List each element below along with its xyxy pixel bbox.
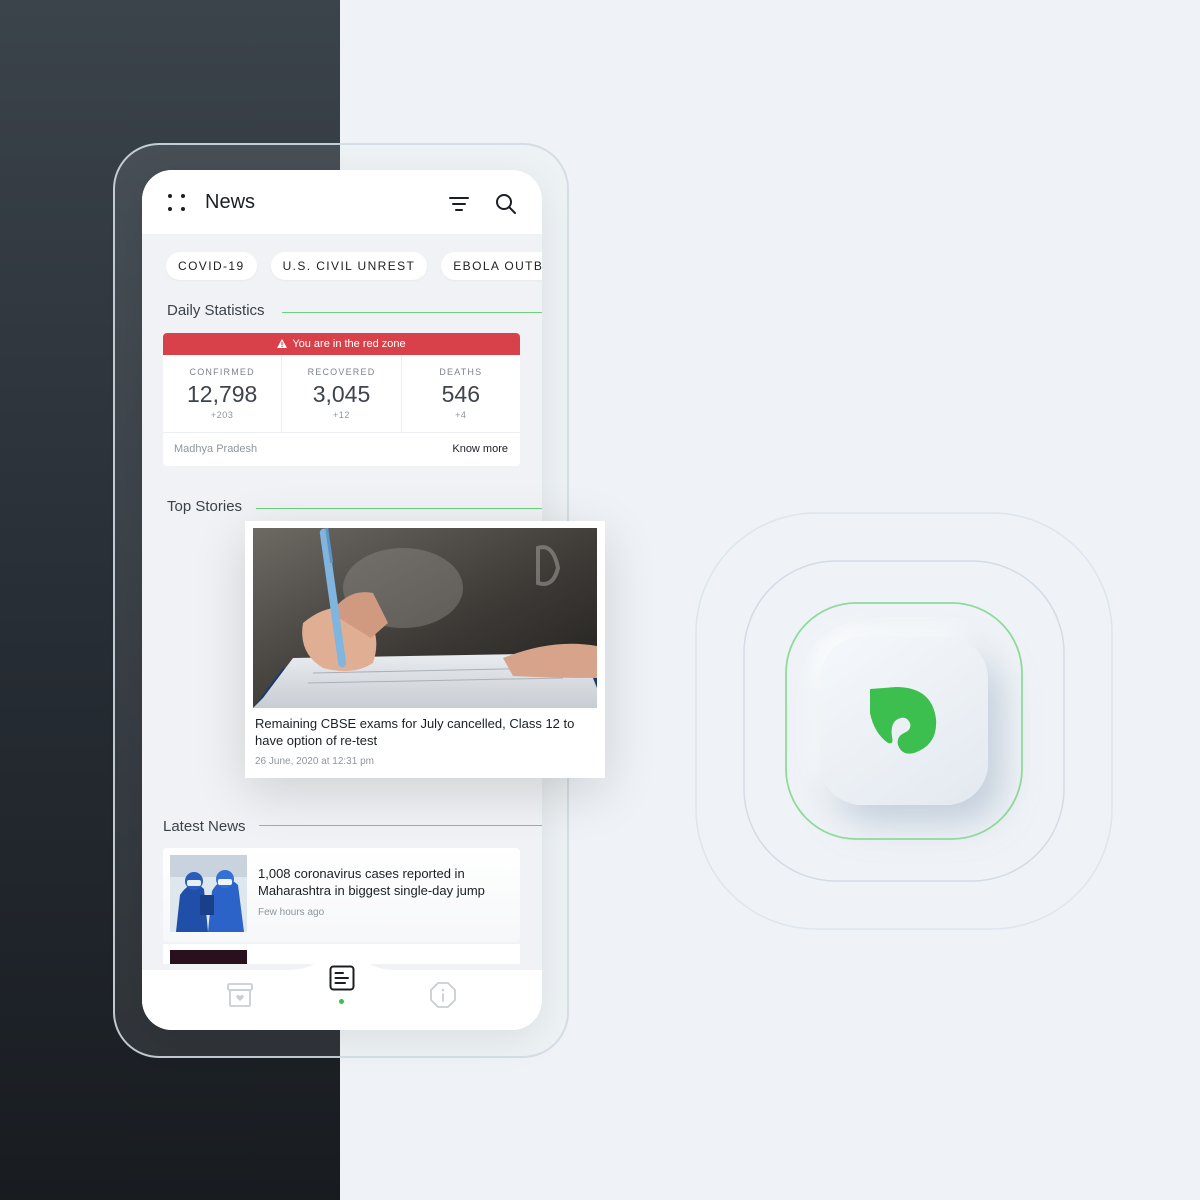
stat-label: CONFIRMED <box>189 367 255 377</box>
stats-footer: Madhya Pradesh Know more <box>163 433 520 466</box>
warning-icon <box>277 338 288 348</box>
daily-statistics-heading: Daily Statistics <box>167 302 265 319</box>
dots-grid-icon[interactable] <box>168 194 188 214</box>
section-divider <box>256 508 542 509</box>
region-name: Madhya Pradesh <box>174 443 258 455</box>
stats-card: You are in the red zone CONFIRMED 12,798… <box>163 333 520 466</box>
top-stories-heading: Top Stories <box>167 498 243 515</box>
news-headline: 1,008 coronavirus cases reported in Maha… <box>258 866 485 898</box>
info-icon[interactable] <box>429 981 457 1009</box>
stat-label: RECOVERED <box>307 367 376 377</box>
section-divider <box>282 312 542 313</box>
topic-chips: COVID-19 U.S. CIVIL UNREST EBOLA OUTBREA <box>166 252 542 282</box>
page-title: News <box>205 191 256 213</box>
leaf-logo-icon <box>870 687 937 754</box>
search-icon[interactable] <box>494 192 518 216</box>
top-story-card[interactable]: Remaining CBSE exams for July cancelled,… <box>245 521 605 778</box>
red-zone-alert: You are in the red zone <box>163 333 520 355</box>
app-bar: News <box>142 170 542 234</box>
story-headline: Remaining CBSE exams for July cancelled,… <box>255 716 575 748</box>
filter-icon[interactable] <box>448 194 470 214</box>
saved-box-icon[interactable] <box>226 981 254 1009</box>
stat-delta: +203 <box>210 410 234 420</box>
stat-recovered: RECOVERED 3,045 +12 <box>282 355 402 432</box>
alert-text: You are in the red zone <box>292 338 406 350</box>
app-logo-tile <box>820 637 988 805</box>
know-more-link[interactable]: Know more <box>452 443 508 455</box>
news-timestamp: Few hours ago <box>258 907 325 918</box>
latest-news-heading: Latest News <box>163 818 246 835</box>
stat-columns: CONFIRMED 12,798 +203 RECOVERED 3,045 +1… <box>163 355 520 433</box>
stat-value: 546 <box>441 381 480 407</box>
news-icon[interactable] <box>328 964 356 992</box>
stat-deaths: DEATHS 546 +4 <box>402 355 520 432</box>
news-thumbnail-image <box>170 855 247 932</box>
story-image <box>253 528 597 708</box>
topic-chip-civil-unrest[interactable]: U.S. CIVIL UNREST <box>270 252 428 280</box>
section-divider <box>259 825 542 826</box>
stat-value: 12,798 <box>186 381 258 407</box>
stat-value: 3,045 <box>312 381 371 407</box>
stat-delta: +4 <box>455 410 467 420</box>
topic-chip-covid[interactable]: COVID-19 <box>166 252 257 280</box>
stat-delta: +12 <box>332 410 351 420</box>
story-timestamp: 26 June, 2020 at 12:31 pm <box>255 756 374 767</box>
active-tab-indicator <box>339 999 344 1004</box>
news-list-item[interactable]: 1,008 coronavirus cases reported in Maha… <box>163 848 520 942</box>
stat-confirmed: CONFIRMED 12,798 +203 <box>163 355 283 432</box>
stat-label: DEATHS <box>439 367 483 377</box>
topic-chip-ebola[interactable]: EBOLA OUTBREA <box>441 252 542 280</box>
